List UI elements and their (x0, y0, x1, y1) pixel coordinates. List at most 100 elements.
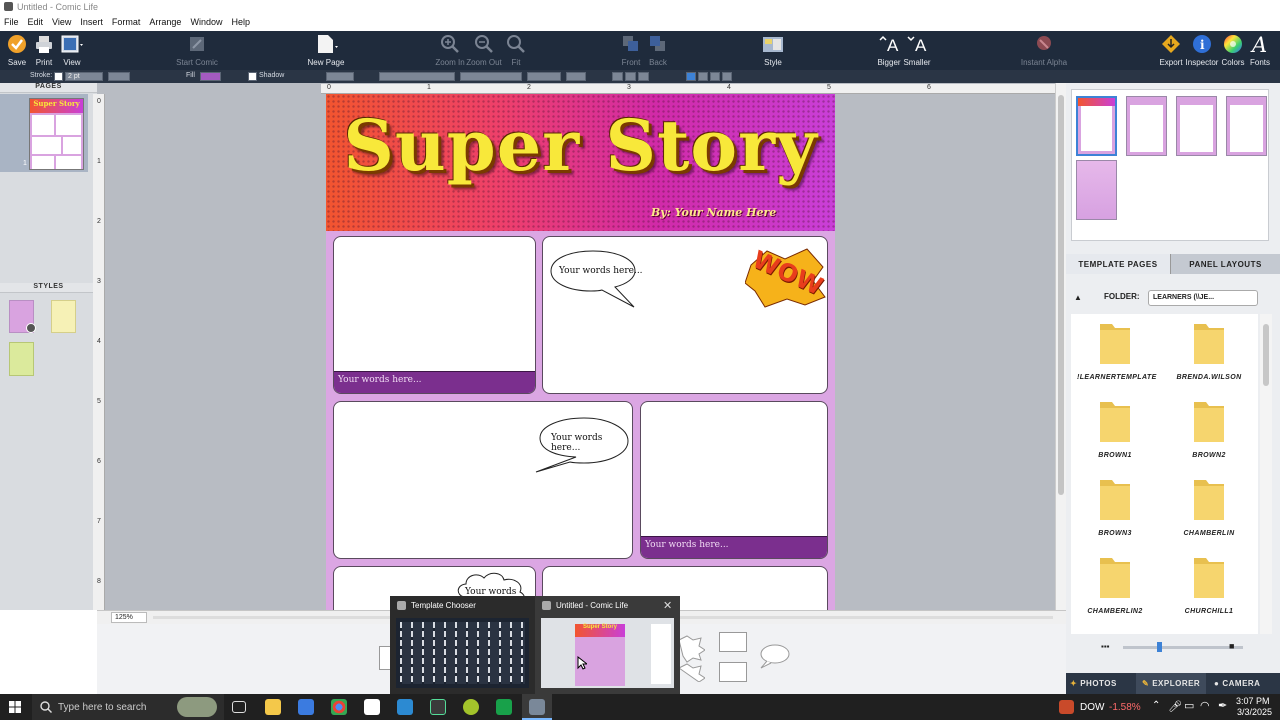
menu-view[interactable]: View (52, 17, 71, 27)
style-button[interactable]: Style (753, 33, 793, 67)
comic-byline[interactable]: By: Your Name Here (651, 206, 776, 219)
folder-item[interactable]: BRENDA.WILSON (1171, 320, 1247, 381)
tab-photos[interactable]: ✦ PHOTOS (1070, 673, 1117, 694)
align-right-toggle[interactable] (710, 72, 720, 81)
comic-panel-2[interactable]: Your words here... WOW (542, 236, 828, 394)
instant-alpha-button[interactable]: Instant Alpha (1021, 33, 1067, 67)
wow-sticker[interactable]: WOW (745, 245, 827, 308)
folder-select[interactable]: LEARNERS (\\JE... (1148, 290, 1258, 306)
folder-item[interactable]: !LEARNERTEMPLATE (1077, 320, 1156, 381)
box-balloon-shape[interactable] (719, 662, 747, 682)
close-preview-icon[interactable]: ✕ (663, 599, 672, 612)
stroke-width-select[interactable]: 2 pt (65, 72, 103, 81)
tab-template-pages[interactable]: TEMPLATE PAGES (1066, 254, 1170, 274)
caption-box[interactable]: Your words here... (334, 371, 535, 393)
template-thumb-5[interactable] (1076, 160, 1117, 220)
box-balloon-shape[interactable] (719, 632, 747, 652)
shadow-select[interactable] (326, 72, 354, 81)
fill-color-swatch[interactable] (200, 72, 221, 81)
comic-life-taskbar-button[interactable] (522, 694, 552, 720)
smaller-button[interactable]: A Smaller (897, 33, 937, 67)
template-thumb-1[interactable] (1076, 96, 1117, 156)
tab-camera[interactable]: ● CAMERA (1214, 673, 1260, 694)
comic-life-window-preview[interactable]: Untitled - Comic Life ✕ Super Story (535, 596, 680, 694)
tab-panel-layouts[interactable]: PANEL LAYOUTS (1170, 254, 1280, 274)
new-page-button[interactable]: New Page (306, 33, 346, 67)
chrome-icon[interactable] (331, 699, 347, 715)
text-color-swatch[interactable] (566, 72, 586, 81)
collapse-triangle-icon[interactable]: ▲ (1074, 293, 1082, 302)
menu-file[interactable]: File (4, 17, 19, 27)
speech-bubble[interactable] (549, 249, 639, 311)
pen-icon[interactable]: ✒ (1218, 699, 1227, 712)
app-blue-icon[interactable] (397, 699, 413, 715)
align-center-toggle[interactable] (698, 72, 708, 81)
app-green-circle-icon[interactable] (463, 699, 479, 715)
align-left-toggle[interactable] (686, 72, 696, 81)
folder-item[interactable]: CHAMBERLIN2 (1077, 554, 1153, 615)
slider-knob[interactable] (1157, 642, 1162, 652)
stroke-color-swatch[interactable] (54, 72, 63, 81)
menu-help[interactable]: Help (231, 17, 250, 27)
align-justify-toggle[interactable] (722, 72, 732, 81)
menu-arrange[interactable]: Arrange (149, 17, 181, 27)
ticker-name[interactable]: DOW (1080, 702, 1104, 713)
menu-insert[interactable]: Insert (80, 17, 103, 27)
fit-button[interactable]: Fit (496, 33, 536, 67)
scrollbar-thumb[interactable] (1058, 95, 1064, 495)
style-swatch-green[interactable] (9, 342, 34, 376)
clock-date[interactable]: 3/3/2025 (1237, 707, 1272, 717)
folder-item[interactable]: BROWN3 (1077, 476, 1153, 537)
fonts-button[interactable]: A Fonts (1240, 33, 1280, 67)
start-comic-button[interactable]: Start Comic (176, 33, 218, 67)
view-button[interactable]: View (52, 33, 92, 67)
folder-item[interactable]: CHURCHILL1 (1171, 554, 1247, 615)
comic-panel-1[interactable]: Your words here... (333, 236, 536, 394)
folder-item[interactable]: BROWN2 (1171, 398, 1247, 459)
clock-time[interactable]: 3:07 PM (1236, 696, 1270, 706)
menu-edit[interactable]: Edit (28, 17, 44, 27)
folder-item[interactable]: BROWN1 (1077, 398, 1153, 459)
task-view-icon[interactable] (232, 701, 246, 713)
microphone-icon[interactable]: 🎤︎ (1168, 700, 1182, 713)
stroke-style-select[interactable] (108, 72, 130, 81)
shadow-checkbox[interactable] (248, 72, 257, 81)
scrollbar-thumb[interactable] (1263, 324, 1269, 386)
taskbar-search-box[interactable]: Type here to search (32, 694, 224, 720)
show-hidden-icons-icon[interactable]: ⌃ (1152, 700, 1160, 711)
windows-start-icon[interactable] (9, 701, 21, 713)
bold-toggle[interactable] (612, 72, 623, 81)
comic-panel-3[interactable]: Your words here... (333, 401, 633, 559)
wifi-icon[interactable]: ◠ (1200, 699, 1210, 712)
zoom-level-field[interactable]: 125% (111, 612, 147, 623)
page-thumbnail-1[interactable]: Super Story (29, 98, 84, 170)
back-button[interactable]: Back (638, 33, 678, 67)
menu-window[interactable]: Window (190, 17, 222, 27)
style-swatch-yellow[interactable] (51, 300, 76, 333)
template-chooser-preview[interactable]: Template Chooser (390, 596, 535, 694)
comic-panel-4[interactable]: Your words here... (640, 401, 828, 559)
battery-icon[interactable]: ▭ (1184, 699, 1194, 712)
page-thumbnail-selected[interactable]: Super Story 1 (0, 94, 88, 172)
font-family-select[interactable] (379, 72, 455, 81)
folder-item[interactable]: CHAMBERLIN (1171, 476, 1247, 537)
italic-toggle[interactable] (625, 72, 636, 81)
template-thumb-3[interactable] (1176, 96, 1217, 156)
comic-page[interactable]: Super Story By: Your Name Here Your word… (326, 94, 835, 610)
caption-box[interactable]: Your words here... (641, 536, 827, 558)
title-banner[interactable]: Super Story By: Your Name Here (326, 94, 835, 231)
app-dark-icon[interactable] (430, 699, 446, 715)
thumbnail-size-slider[interactable]: ▪▪▪ ■ (1071, 639, 1272, 657)
font-style-select[interactable] (460, 72, 522, 81)
canvas-vertical-scrollbar[interactable] (1055, 83, 1066, 610)
tab-explorer[interactable]: ✎ EXPLORER (1136, 673, 1207, 694)
folder-list-scrollbar[interactable] (1260, 314, 1272, 634)
capcut-icon[interactable] (364, 699, 380, 715)
file-explorer-icon[interactable] (265, 699, 281, 715)
store-icon[interactable] (298, 699, 314, 715)
underline-toggle[interactable] (638, 72, 649, 81)
comic-title[interactable]: Super Story (326, 104, 835, 187)
font-size-select[interactable] (527, 72, 561, 81)
speech-balloon-shape[interactable] (757, 642, 791, 670)
template-thumb-4[interactable] (1226, 96, 1267, 156)
